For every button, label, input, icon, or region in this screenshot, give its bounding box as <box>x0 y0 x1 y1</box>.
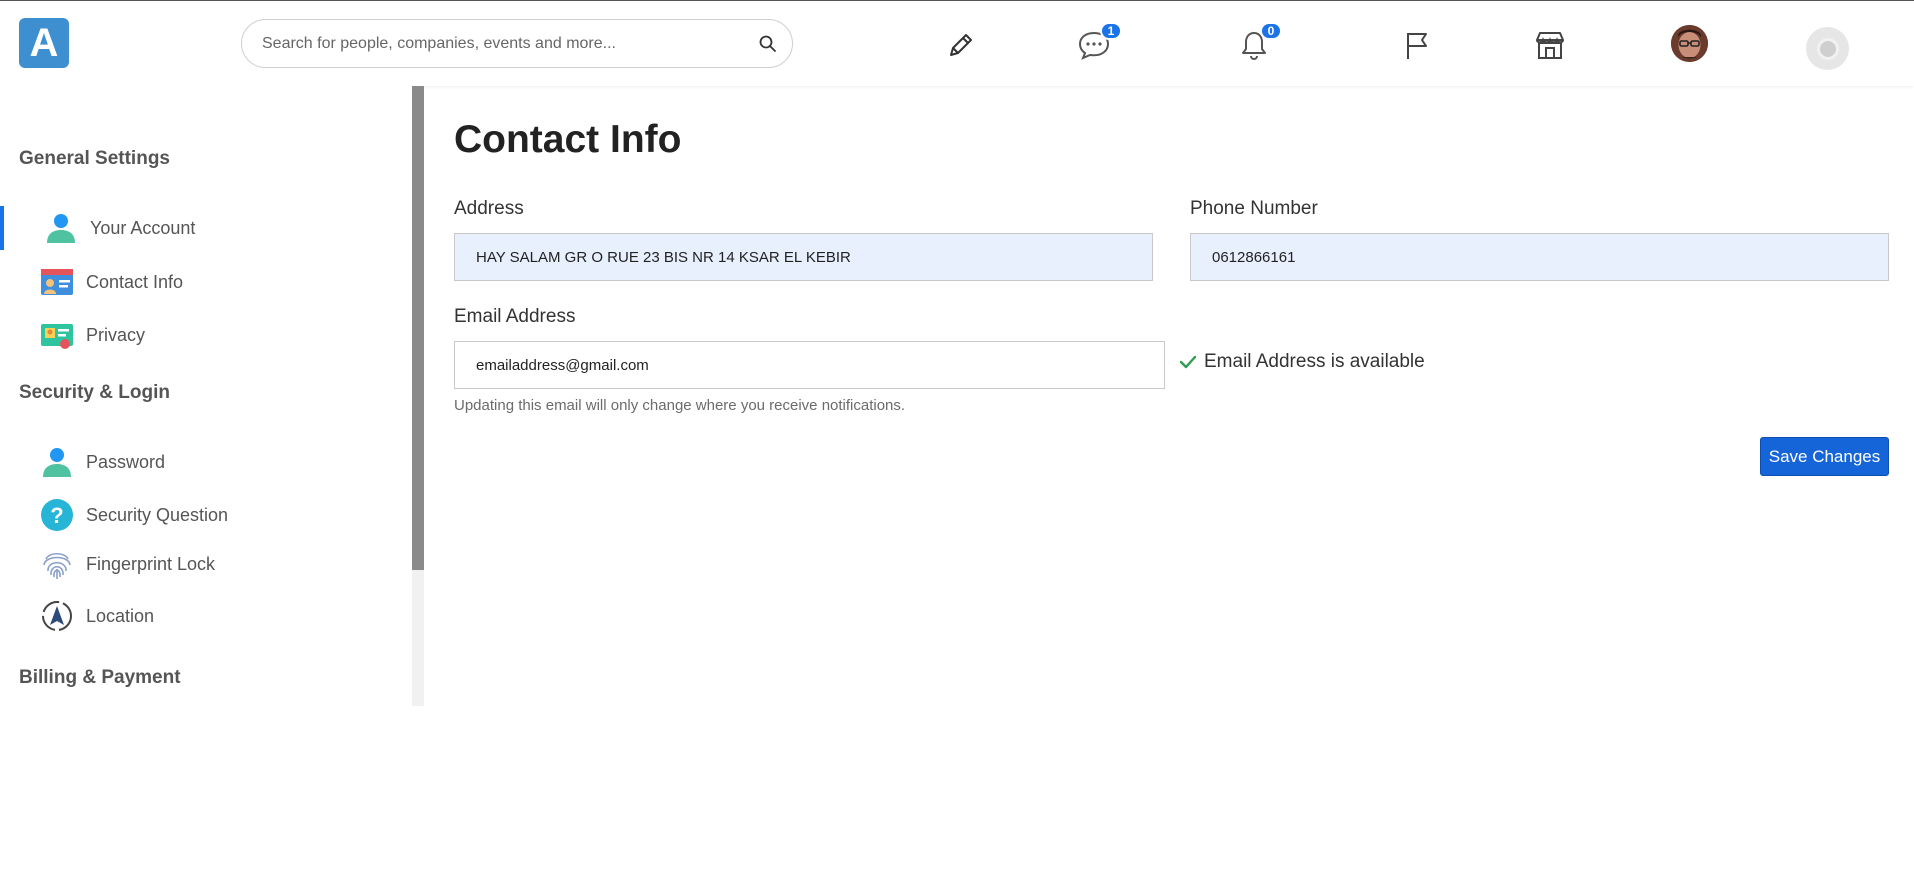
settings-menu-avatar[interactable] <box>1806 27 1849 70</box>
sidebar-item-your-account[interactable]: Your Account <box>0 206 400 250</box>
user-icon <box>44 211 78 245</box>
checkmark-icon <box>1179 355 1197 369</box>
messages-icon[interactable]: 1 <box>1074 22 1122 65</box>
sidebar-item-security-question[interactable]: ? Security Question <box>0 493 400 537</box>
address-field[interactable] <box>454 233 1153 281</box>
sidebar-item-label: Security Question <box>86 504 229 525</box>
sidebar-item-label: Privacy <box>86 324 146 345</box>
phone-label: Phone Number <box>1190 198 1318 219</box>
address-label: Address <box>454 198 524 219</box>
search-input[interactable] <box>262 20 742 67</box>
sidebar-item-label: Location <box>86 605 155 626</box>
sidebar-item-label: Fingerprint Lock <box>86 553 216 574</box>
sidebar-scrollbar-thumb[interactable] <box>412 86 424 570</box>
contact-card-icon <box>40 265 74 299</box>
section-title-security-login: Security & Login <box>19 382 170 403</box>
sidebar-item-privacy[interactable]: Privacy <box>0 313 400 357</box>
section-title-billing-payment: Billing & Payment <box>19 667 181 688</box>
sidebar-item-label: Password <box>86 451 166 472</box>
question-icon: ? <box>40 498 74 532</box>
messages-badge: 1 <box>1100 22 1122 40</box>
svg-text:?: ? <box>50 503 63 528</box>
top-navbar: A 1 0 <box>0 0 1914 86</box>
email-label: Email Address <box>454 306 576 327</box>
avatar-placeholder-icon <box>1816 37 1839 60</box>
page-title: Contact Info <box>454 118 682 161</box>
app-logo[interactable]: A <box>19 18 69 68</box>
fingerprint-icon <box>40 547 74 581</box>
search-icon[interactable] <box>758 34 778 54</box>
search-box <box>241 19 793 68</box>
store-icon[interactable] <box>1530 25 1570 65</box>
sidebar-item-password[interactable]: Password <box>0 440 400 484</box>
section-title-general-settings: General Settings <box>19 148 170 169</box>
notifications-badge: 0 <box>1260 22 1282 40</box>
sidebar-item-fingerprint-lock[interactable]: Fingerprint Lock <box>0 542 400 586</box>
sidebar-item-label: Your Account <box>90 217 196 238</box>
email-availability-status: Email Address is available <box>1178 351 1425 373</box>
location-compass-icon <box>40 599 74 633</box>
compose-pencil-icon[interactable] <box>941 25 981 65</box>
email-status-text: Email Address is available <box>1204 351 1425 372</box>
id-card-icon <box>40 318 74 352</box>
email-field[interactable] <box>454 341 1165 389</box>
sidebar-item-location[interactable]: Location <box>0 594 400 638</box>
notifications-bell-icon[interactable]: 0 <box>1234 22 1282 65</box>
settings-sidebar: General Settings Your Account Contact In… <box>0 86 424 706</box>
sidebar-item-contact-info[interactable]: Contact Info <box>0 260 400 304</box>
phone-field[interactable] <box>1190 233 1889 281</box>
sidebar-item-label: Contact Info <box>86 271 184 292</box>
save-changes-button[interactable]: Save Changes <box>1760 437 1889 476</box>
flag-icon[interactable] <box>1397 25 1437 65</box>
user-avatar[interactable] <box>1671 25 1708 62</box>
email-hint: Updating this email will only change whe… <box>454 397 906 414</box>
user-icon <box>40 445 74 479</box>
